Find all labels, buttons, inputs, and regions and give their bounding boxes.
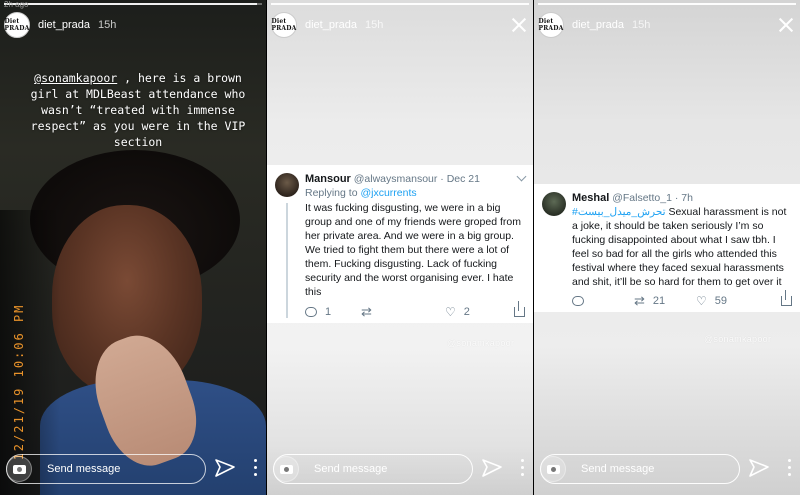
story-panel-2[interactable]: Diet PRADA diet_prada 15h Mansour @alway…	[267, 0, 533, 495]
share-icon[interactable]	[514, 301, 525, 317]
send-icon[interactable]	[481, 458, 503, 478]
send-message-placeholder: Send message	[581, 463, 655, 475]
tweet-body: Sexual harassment is not a joke, it shou…	[572, 206, 787, 288]
tweet-avatar[interactable]	[542, 192, 566, 216]
tweet-header: Meshal @Falsetto_1 · 7h	[572, 191, 792, 205]
tweet-author-handle[interactable]: @Falsetto_1	[612, 192, 672, 204]
camera-icon[interactable]	[540, 456, 566, 482]
like-icon[interactable]: ♡	[696, 295, 707, 307]
more-icon[interactable]	[519, 459, 525, 479]
hashtag-link[interactable]: #تحرش_ميدل_بيست	[572, 206, 666, 218]
retweet-icon[interactable]: ⇄	[361, 305, 372, 318]
tweet-date: · 7h	[674, 192, 693, 204]
retweet-icon[interactable]: ⇄	[634, 294, 645, 307]
reply-icon[interactable]	[305, 307, 317, 317]
watermark: @sonamkapoor	[447, 338, 515, 348]
story-progress-bar	[4, 3, 262, 5]
tweet-actions: ⇄ 21 ♡ 59	[572, 290, 792, 308]
tweet-text: #تحرش_ميدل_بيست Sexual harassment is not…	[572, 205, 790, 289]
story-panel-1[interactable]: Diet PRADA diet_prada 15h @sonamkapoor ,…	[0, 0, 266, 495]
send-message-field[interactable]: Send message	[273, 454, 473, 484]
replying-to: Replying to @jxcurrents	[305, 187, 417, 199]
tweet-header: Mansour @alwaysmansour · Dec 21	[305, 172, 525, 186]
reply-icon[interactable]	[572, 296, 584, 306]
account-avatar[interactable]: Diet PRADA	[538, 12, 564, 38]
account-avatar[interactable]: Diet PRADA	[4, 12, 30, 38]
send-icon[interactable]	[214, 458, 236, 478]
like-count: 59	[714, 295, 728, 307]
reply-count: 1	[325, 306, 332, 318]
send-message-field[interactable]: Send message	[6, 454, 206, 484]
thread-line	[286, 203, 288, 318]
like-icon[interactable]: ♡	[445, 306, 456, 318]
send-message-field[interactable]: Send message	[540, 454, 740, 484]
tweet-author-name[interactable]: Meshal	[572, 192, 609, 204]
send-message-placeholder: Send message	[47, 463, 121, 475]
watermark: @sonamkapoor	[704, 334, 772, 344]
story-panel-3[interactable]: Diet PRADA diet_prada 15h Meshal @Falset…	[534, 0, 800, 495]
account-avatar[interactable]: Diet PRADA	[271, 12, 297, 38]
story-footer: Send message	[534, 445, 800, 495]
tweet-card[interactable]: Meshal @Falsetto_1 · 7h #تحرش_ميدل_بيست …	[534, 184, 800, 312]
story-progress-bar	[538, 3, 796, 5]
tweet-card[interactable]: Mansour @alwaysmansour · Dec 21 Replying…	[267, 165, 533, 323]
story-footer: Send message	[0, 445, 266, 495]
share-icon[interactable]	[781, 290, 792, 306]
story-header: Diet PRADA diet_prada 15h	[4, 10, 260, 40]
close-icon[interactable]	[778, 17, 794, 33]
post-time: 15h	[632, 19, 651, 31]
send-icon[interactable]	[748, 458, 770, 478]
account-handle[interactable]: diet_prada	[305, 19, 357, 31]
like-count: 2	[463, 306, 470, 318]
more-icon[interactable]	[252, 459, 258, 479]
retweet-count: 21	[652, 295, 666, 307]
tweet-avatar[interactable]	[275, 173, 299, 197]
story-header: Diet PRADA diet_prada 15h	[538, 10, 794, 40]
post-time: 15h	[365, 19, 384, 31]
replying-to-handle[interactable]: @jxcurrents	[360, 187, 416, 199]
story-time-ago: 2h ago	[4, 0, 29, 9]
tweet-date: · Dec 21	[440, 173, 480, 185]
account-handle[interactable]: diet_prada	[38, 19, 90, 31]
account-handle[interactable]: diet_prada	[572, 19, 624, 31]
story-footer: Send message	[267, 445, 533, 495]
story-header: Diet PRADA diet_prada 15h	[271, 10, 527, 40]
mention-link[interactable]: @sonamkapoor	[34, 71, 117, 85]
story-caption: @sonamkapoor , here is a brown girl at M…	[18, 70, 258, 150]
send-message-placeholder: Send message	[314, 463, 388, 475]
close-icon[interactable]	[511, 17, 527, 33]
tweet-author-name[interactable]: Mansour	[305, 173, 351, 185]
story-progress-bar	[271, 3, 529, 5]
more-icon[interactable]	[786, 459, 792, 479]
tweet-author-handle[interactable]: @alwaysmansour	[354, 173, 438, 185]
tweet-actions: 1 ⇄ ♡ 2	[305, 301, 525, 319]
camera-icon[interactable]	[273, 456, 299, 482]
camera-icon[interactable]	[6, 456, 32, 482]
post-time: 15h	[98, 19, 117, 31]
tweet-text: It was fucking disgusting, we were in a …	[305, 202, 521, 298]
